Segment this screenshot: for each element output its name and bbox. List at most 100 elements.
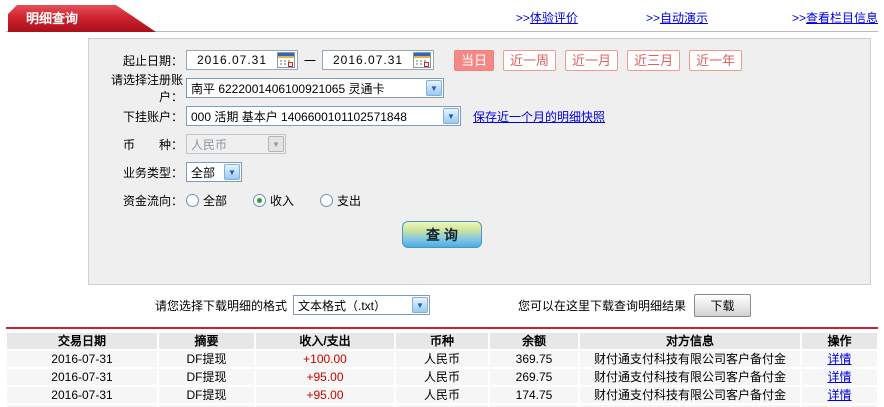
cell-summary: DF提现 (159, 369, 254, 385)
currency-select: 人民币 ▼ (186, 134, 286, 154)
sub-account-select[interactable]: 000 活期 基本户 1406600101102571848 ▼ (186, 106, 461, 126)
currency-label: 币 种： (122, 137, 183, 152)
link-prefix: >> (791, 11, 806, 25)
fund-flow-radio-all[interactable]: 全部 (186, 192, 227, 209)
table-row: 2016-07-31 DF提现 +100.00 人民币 369.75 财付通支付… (7, 351, 877, 367)
download-button[interactable]: 下载 (694, 293, 752, 317)
download-format-select[interactable]: 文本格式（.txt） ▼ (293, 295, 431, 315)
date-from-input[interactable]: 2016.07.31 (186, 50, 298, 70)
cell-date: 2016-07-31 (7, 369, 157, 385)
cell-summary: DF提现 (159, 387, 254, 403)
query-button-row: 查 询 (89, 221, 870, 248)
fund-flow-radio-expense[interactable]: 支出 (320, 192, 361, 209)
header-action: 操作 (802, 333, 877, 349)
quick-range-week-button[interactable]: 近一周 (503, 49, 557, 71)
chevron-down-icon: ▼ (412, 297, 429, 313)
cell-currency: 人民币 (396, 351, 488, 367)
quick-range-3months-button[interactable]: 近三月 (627, 49, 681, 71)
link-label: 自动演示 (659, 11, 708, 25)
chevron-down-icon: ▼ (224, 164, 240, 180)
sub-account-value: 000 活期 基本户 1406600101102571848 (191, 109, 407, 124)
cell-date: 2016-07-31 (7, 351, 157, 367)
page-title: 明细查询 (26, 11, 79, 26)
download-format-label: 请您选择下载明细的格式 (155, 298, 288, 313)
radio-icon (186, 193, 199, 207)
currency-value: 人民币 (191, 137, 228, 152)
date-range-row: 起止日期： 2016.07.31 一 2016.07.31 当日 近一周 近一月… (89, 49, 870, 71)
cell-amount: +95.00 (256, 369, 394, 385)
cell-balance: 269.75 (490, 369, 578, 385)
quick-range-year-button[interactable]: 近一年 (689, 49, 743, 71)
download-format-value: 文本格式（.txt） (298, 298, 387, 313)
sub-account-row: 下挂账户： 000 活期 基本户 1406600101102571848 ▼ 保… (89, 105, 870, 127)
fund-flow-label: 资金流向： (122, 193, 183, 208)
detail-query-page: 明细查询 >>体验评价 >>自动演示 >>查看栏目信息 起止日期： 2016.0… (0, 0, 884, 407)
chevron-down-icon: ▼ (426, 80, 442, 96)
header-summary: 摘要 (159, 333, 254, 349)
cell-summary: DF提现 (159, 351, 254, 367)
detail-link[interactable]: 详情 (827, 388, 851, 402)
chevron-down-icon: ▼ (443, 108, 459, 124)
query-form-panel: 起止日期： 2016.07.31 一 2016.07.31 当日 近一周 近一月… (88, 38, 871, 285)
business-type-row: 业务类型： 全部 ▼ (89, 161, 870, 183)
cell-currency: 人民币 (396, 387, 488, 403)
register-account-select[interactable]: 南平 6222001406100921065 灵通卡 ▼ (186, 78, 444, 98)
date-to-value: 2016.07.31 (332, 53, 404, 67)
sub-account-label: 下挂账户： (122, 109, 183, 124)
fund-flow-row: 资金流向： 全部 收入 支出 (89, 189, 870, 211)
transactions-table: 交易日期 摘要 收入/支出 币种 余额 对方信息 操作 2016-07-31 D… (7, 333, 877, 407)
calendar-icon[interactable] (413, 52, 432, 68)
save-snapshot-link[interactable]: 保存近一个月的明细快照 (473, 108, 605, 125)
link-label: 体验评价 (529, 11, 578, 25)
date-range-label: 起止日期： (122, 53, 183, 68)
link-prefix: >> (645, 11, 660, 25)
download-hint: 您可以在这里下载查询明细结果 (518, 298, 687, 313)
header-balance: 余额 (490, 333, 578, 349)
tab-detail-query[interactable]: 明细查询 (8, 5, 156, 32)
table-row: 2016-07-31 DF提现 +95.00 人民币 174.75 财付通支付科… (7, 387, 877, 403)
top-links: >>体验评价 >>自动演示 >>查看栏目信息 (516, 9, 878, 26)
radio-label: 收入 (270, 193, 295, 208)
link-view-column-info[interactable]: >>查看栏目信息 (792, 9, 878, 26)
date-to-input[interactable]: 2016.07.31 (322, 50, 435, 70)
quick-range-today-button[interactable]: 当日 (454, 49, 495, 71)
cell-counterparty: 财付通支付科技有限公司客户备付金 (580, 351, 800, 367)
query-button[interactable]: 查 询 (402, 221, 482, 248)
header-income-expense: 收入/支出 (256, 333, 394, 349)
radio-label: 全部 (203, 193, 228, 208)
currency-row: 币 种： 人民币 ▼ (89, 133, 870, 155)
quick-range-month-button[interactable]: 近一月 (565, 49, 619, 71)
date-from-value: 2016.07.31 (196, 53, 268, 67)
radio-checked-icon (253, 193, 267, 207)
detail-link[interactable]: 详情 (827, 352, 851, 366)
detail-link[interactable]: 详情 (827, 370, 851, 384)
table-top-rule (6, 327, 878, 329)
cell-amount: +100.00 (256, 351, 394, 367)
quick-range-buttons: 当日 近一周 近一月 近三月 近一年 (454, 49, 751, 71)
cell-counterparty: 财付通支付科技有限公司客户备付金 (580, 387, 800, 403)
register-account-value: 南平 6222001406100921065 灵通卡 (191, 81, 385, 96)
cell-balance: 369.75 (490, 351, 578, 367)
register-account-row: 请选择注册账户： 南平 6222001406100921065 灵通卡 ▼ (89, 73, 870, 104)
date-separator: 一 (304, 53, 317, 68)
cell-counterparty: 财付通支付科技有限公司客户备付金 (580, 369, 800, 385)
link-auto-demo[interactable]: >>自动演示 (646, 9, 708, 26)
fund-flow-radio-income[interactable]: 收入 (253, 192, 294, 209)
header-counterparty: 对方信息 (580, 333, 800, 349)
radio-icon (320, 193, 334, 207)
calendar-icon[interactable] (277, 52, 295, 68)
table-header-row: 交易日期 摘要 收入/支出 币种 余额 对方信息 操作 (7, 333, 877, 349)
radio-label: 支出 (337, 193, 362, 208)
link-label: 查看栏目信息 (805, 11, 878, 25)
header-currency: 币种 (396, 333, 488, 349)
cell-balance: 174.75 (490, 387, 578, 403)
register-account-label: 请选择注册账户： (110, 73, 183, 104)
business-type-label: 业务类型： (122, 165, 183, 180)
business-type-value: 全部 (191, 165, 216, 180)
download-row: 请您选择下载明细的格式 文本格式（.txt） ▼ 您可以在这里下载查询明细结果 … (0, 291, 884, 319)
business-type-select[interactable]: 全部 ▼ (186, 162, 242, 182)
chevron-down-icon: ▼ (268, 136, 284, 152)
cell-currency: 人民币 (396, 369, 488, 385)
link-experience-review[interactable]: >>体验评价 (516, 9, 578, 26)
link-prefix: >> (515, 11, 530, 25)
